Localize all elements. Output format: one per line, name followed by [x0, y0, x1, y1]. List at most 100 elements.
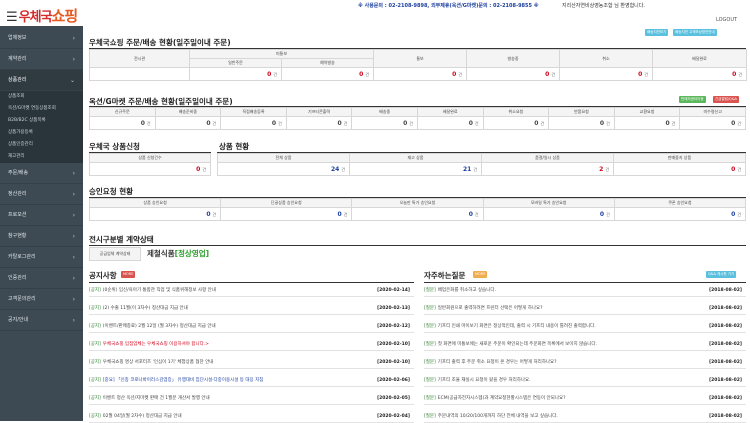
- urgent-qa-button[interactable]: 긴급알림/Q&A: [713, 96, 739, 103]
- item-title[interactable]: [중요] 「신종 코로나바이러스감염증」 유행대비 집단시설·다중이용시설 등 …: [103, 378, 264, 383]
- section-title-approve: 승인요청 현황: [89, 187, 134, 196]
- category-label: [질문]: [424, 324, 436, 329]
- chevron-right-icon: ›: [72, 233, 75, 240]
- category-label: [질문]: [424, 396, 436, 401]
- logout-link[interactable]: LOGOUT: [716, 17, 737, 23]
- sidebar-item-inquiry[interactable]: 고객문의관리 ›: [0, 289, 83, 310]
- item-title[interactable]: 이벤트 정산 옥션/지마켓 판매 건 1월분 개산서 발행 안내: [103, 396, 210, 401]
- item-title[interactable]: 일반회원으로 출력하려면 프린터 선택은 어떻게 하나요?: [438, 306, 543, 311]
- item-title[interactable]: 02월 04일(월 2차수) 정산대금 지급 안내: [103, 414, 182, 419]
- contract-label: 공급업체 계약상태: [89, 247, 141, 261]
- list-item[interactable]: [공지] (0순위) 임신/육아기 통합관 직업 및 식품위해정보 사항 안내 [2…: [89, 285, 414, 297]
- category-label: [공지]: [89, 414, 101, 419]
- list-item[interactable]: [질문] 일반회원으로 출력하려면 프린터 선택은 어떻게 하나요? [2018-0…: [424, 303, 746, 315]
- list-item[interactable]: [공지] (이벤트/판매종료) 2월 12일 (월 3차수) 정산대금 지급 안내…: [89, 321, 414, 333]
- item-title[interactable]: 첫 화면에 미통보에는 새로운 주문이 확인되는데 주문화면 목록에서 보이지 …: [438, 342, 597, 347]
- list-item[interactable]: [질문] 주문내역의 10/20/100개까지 하단 전체 내역을 보고 싶습니다…: [424, 411, 746, 423]
- apply-table: 상품 신청건수 0건: [89, 153, 211, 176]
- item-title[interactable]: 주문내역의 10/20/100개까지 하단 전체 내역을 보고 싶습니다.: [438, 414, 558, 419]
- submenu-item[interactable]: 재고관리: [0, 151, 83, 163]
- menu-icon[interactable]: ☰: [6, 10, 18, 25]
- section-title-apply: 우체국 상품신청: [89, 142, 140, 151]
- item-date: [2018-08-02]: [709, 306, 742, 311]
- submenu-item[interactable]: 상품인증관리: [0, 139, 83, 151]
- qa-board-button[interactable]: Q&A 게시판 가기: [706, 271, 737, 278]
- section-title-orders: 우체국쇼핑 주문/배송 현황(일주일이내 주문): [89, 38, 231, 47]
- list-item[interactable]: [질문] 기프티 인쇄 마이보기 화면은 정상적인데, 출력 시 기프티 내용이 …: [424, 321, 746, 333]
- user-greeting: 지리산자연비상영농조합 님 환영합니다.: [562, 3, 645, 9]
- notice-more-button[interactable]: MORE: [121, 271, 136, 278]
- sidebar-item-orders[interactable]: 주문/배송 ›: [0, 163, 83, 184]
- top-bar: ☰ 우체국쇼핑 ※ 사용문의 : 02-2108-9898, 외부제휴(옥션/G마…: [0, 0, 750, 26]
- item-title[interactable]: 우체국쇼핑 명상 서포터즈 '인심이 1기' 체험상품 협찬 안내: [103, 360, 214, 365]
- seller-center-button[interactable]: 판매자센터이동: [679, 96, 706, 103]
- item-date: [2020-02-13]: [377, 306, 410, 311]
- item-title[interactable]: 우체국쇼핑 입점업체는 우체국쇼핑 이용하셔야 합니다.>: [103, 342, 209, 347]
- item-date: [2018-08-02]: [709, 414, 742, 419]
- item-date: [2020-02-10]: [377, 342, 410, 347]
- logo[interactable]: ☰ 우체국쇼핑: [6, 5, 78, 26]
- sidebar-item-promotion[interactable]: 프로모션 ›: [0, 205, 83, 226]
- item-date: [2018-08-02]: [709, 360, 742, 365]
- list-item[interactable]: [공지] 우체국쇼핑 명상 서포터즈 '인심이 1기' 체험상품 협찬 안내 [20…: [89, 357, 414, 369]
- list-item[interactable]: [질문] ECM(공급자전자시스템)과 계약요청현황시스템은 연동이 안되나요? […: [424, 393, 746, 405]
- category-label: [질문]: [424, 342, 436, 347]
- sidebar-item-contract[interactable]: 계약관리 ›: [0, 49, 83, 70]
- sidebar-item-settlement[interactable]: 정산관리 ›: [0, 184, 83, 205]
- item-date: [2018-08-02]: [709, 324, 742, 329]
- item-date: [2018-08-02]: [709, 342, 742, 347]
- item-date: [2020-02-05]: [377, 396, 410, 401]
- item-title[interactable]: 기프티 조율 재실시 요청이 왔을 경우 처리하나요.: [438, 378, 531, 383]
- list-item[interactable]: [질문] 첫 화면에 미통보에는 새로운 주문이 확인되는데 주문화면 목록에서 …: [424, 339, 746, 351]
- item-title[interactable]: 기프티 출력 후 주문 취소 요청이 온 경우는 어떻게 처리하나요?: [438, 360, 557, 365]
- auction-table: 신규주문 배송준비중 직접배송등록 기프티콘출력 배송중 배달완료 취소요청 반품요청 교환요청…: [89, 107, 746, 130]
- item-title[interactable]: (2) 수출 11월(이 3차수) 정산대금 지급 안내: [103, 306, 188, 311]
- sidebar-item-company[interactable]: 업체정보 ›: [0, 28, 83, 49]
- submenu-item[interactable]: 상품가용등록: [0, 127, 83, 139]
- list-item[interactable]: [공지] [중요] 「신종 코로나바이러스감염증」 유행대비 집단시설·다중이용시…: [89, 375, 414, 387]
- item-title[interactable]: ECM(공급자전자시스템)과 계약요청현황시스템은 연동이 안되나요?: [438, 396, 566, 401]
- item-title[interactable]: (0순위) 임신/육아기 통합관 직업 및 식품위해정보 사항 안내: [103, 288, 216, 293]
- chevron-right-icon: ›: [72, 317, 75, 324]
- list-item[interactable]: [공지] 우체국쇼핑 입점업체는 우체국쇼핑 이용하셔야 합니다.> [2020-0…: [89, 339, 414, 351]
- contact-info: ※ 사용문의 : 02-2108-9898, 외부제휴(옥션/G마켓)문의 : …: [358, 3, 539, 9]
- item-title[interactable]: (이벤트/판매종료) 2월 12일 (월 3차수) 정산대금 지급 안내: [103, 324, 216, 329]
- sidebar-item-store[interactable]: 참구현황 ›: [0, 226, 83, 247]
- category-label: [공지]: [89, 342, 101, 347]
- delay-guide-button[interactable]: 배송지연 고객보상방안안내: [673, 29, 717, 36]
- list-item[interactable]: [질문] 기프티 조율 재실시 요청이 왔을 경우 처리하나요. [2018-08-…: [424, 375, 746, 387]
- goods-table: 전체 상품 재고 상품 품절/일시 상품 판매중지 상품 24 건 21 건 2건 0건: [217, 153, 746, 176]
- chevron-right-icon: ›: [72, 191, 75, 198]
- sidebar-item-notice[interactable]: 공지/안내 ›: [0, 310, 83, 331]
- item-date: [2018-08-02]: [709, 288, 742, 293]
- item-date: [2020-02-04]: [377, 414, 410, 419]
- chevron-down-icon: ⌄: [69, 77, 75, 84]
- section-title-goods: 상품 현황: [219, 142, 250, 151]
- category-label: [질문]: [424, 414, 436, 419]
- category-label: [질문]: [424, 288, 436, 293]
- sidebar-submenu: 상품조회 옥션/G마켓 연동상품조회 B2B/B2C 상품목록 상품가용등록 상…: [0, 91, 83, 163]
- list-item[interactable]: [질문] 기프티 출력 후 주문 취소 요청이 온 경우는 어떻게 처리하나요? […: [424, 357, 746, 369]
- list-item[interactable]: [공지] 이벤트 정산 옥션/지마켓 판매 건 1월분 개산서 발행 안내 [202…: [89, 393, 414, 405]
- submenu-item[interactable]: B2B/B2C 상품목록: [0, 115, 83, 127]
- list-item[interactable]: [질문] 배업은화를 취소하고 싶습니다. [2018-08-02]: [424, 285, 746, 297]
- submenu-item[interactable]: 상품조회: [0, 91, 83, 103]
- section-title-faq: 자주하는질문: [424, 271, 466, 280]
- sidebar-item-cert[interactable]: 인증관리 ›: [0, 268, 83, 289]
- approve-table: 상품 승인요청 단골상품 승인요청 오늘만 특가 승인요청 모바일 특가 승인요청 쿠폰…: [88, 198, 747, 221]
- main-content: 우체국쇼핑 주문/배송 현황(일주일이내 주문) 배송지연보기 배송지연 고객보…: [85, 26, 750, 423]
- item-title[interactable]: 배업은화를 취소하고 싶습니다.: [438, 288, 496, 293]
- chevron-right-icon: ›: [72, 56, 75, 63]
- sidebar-item-catalog[interactable]: 카탈로그관리 ›: [0, 247, 83, 268]
- item-title[interactable]: 기프티 인쇄 마이보기 화면은 정상적인데, 출력 시 기프티 내용이 틀려진 …: [438, 324, 596, 329]
- section-title-contract: 전시구분별 계약상태: [89, 235, 154, 244]
- item-date: [2020-02-14]: [377, 288, 410, 293]
- list-item[interactable]: [공지] 02월 04일(월 2차수) 정산대금 지급 안내 [2020-02-04…: [89, 411, 414, 423]
- submenu-item[interactable]: 옥션/G마켓 연동상품조회: [0, 103, 83, 115]
- delay-view-button[interactable]: 배송지연보기: [645, 29, 669, 36]
- sidebar-item-goods[interactable]: 상품관리 ⌄: [0, 70, 83, 91]
- faq-more-button[interactable]: MORE: [473, 271, 488, 278]
- category-label: [공지]: [89, 378, 101, 383]
- list-item[interactable]: [공지] (2) 수출 11월(이 3차수) 정산대금 지급 안내 [2020-02…: [89, 303, 414, 315]
- category-label: [공지]: [89, 288, 101, 293]
